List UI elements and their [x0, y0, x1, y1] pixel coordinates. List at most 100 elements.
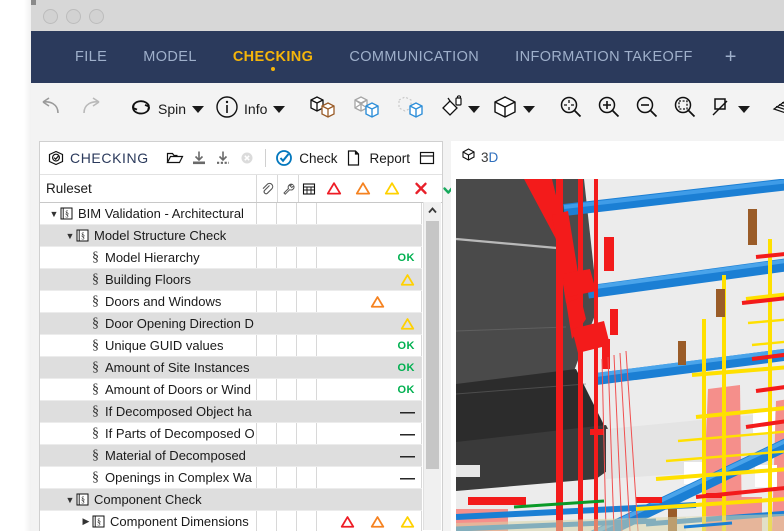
tree-row-ruleset[interactable]: ▶§Component Dimensions	[40, 511, 422, 531]
severity-red-triangle-icon[interactable]	[319, 175, 348, 202]
window-maximize-button[interactable]	[89, 9, 104, 24]
menu-item-model[interactable]: MODEL	[125, 31, 215, 83]
check-button-label[interactable]: Check	[299, 151, 337, 166]
cube-view-button[interactable]	[485, 83, 540, 135]
status-not-run: —	[370, 423, 415, 445]
tree-row-rule[interactable]: §If Parts of Decomposed O—	[40, 423, 422, 445]
section-plane-button[interactable]	[704, 83, 755, 135]
panel-layout-icon[interactable]	[416, 145, 438, 171]
report-icon[interactable]	[343, 145, 365, 171]
clear-results-icon[interactable]	[236, 145, 258, 171]
twisty-expanded-icon[interactable]: ▼	[64, 495, 76, 505]
chevron-down-icon[interactable]	[468, 106, 480, 113]
tree-row-label: BIM Validation - Architectural	[78, 206, 244, 221]
zoom-in-button[interactable]	[590, 83, 628, 135]
tree-row-rule[interactable]: §Openings in Complex Wa—	[40, 467, 422, 489]
grid-button[interactable]	[767, 83, 784, 135]
checking-panel-header: CHECKING	[40, 142, 442, 175]
menu-label-model: MODEL	[143, 49, 197, 65]
window-traffic-lights[interactable]	[43, 9, 104, 24]
scroll-up-button[interactable]	[424, 202, 441, 219]
twisty-expanded-icon[interactable]: ▼	[64, 231, 76, 241]
rule-section-icon: §	[92, 360, 99, 376]
add-tab-button[interactable]: +	[711, 31, 751, 83]
error-x-icon[interactable]	[406, 175, 435, 202]
status-orange-triangle	[366, 291, 388, 313]
view-3d-title-d: D	[489, 150, 499, 165]
tree-row-label: Unique GUID values	[105, 338, 224, 353]
menu-item-checking[interactable]: CHECKING	[215, 31, 332, 83]
tree-vertical-scrollbar[interactable]	[423, 202, 441, 530]
chevron-down-icon[interactable]	[738, 106, 750, 113]
status-ok: OK	[370, 335, 415, 357]
tree-row-rule[interactable]: §If Decomposed Object ha—	[40, 401, 422, 423]
svg-text:§: §	[65, 210, 69, 219]
window-titlebar	[31, 0, 784, 31]
active-tab-indicator	[271, 67, 275, 71]
scrollbar-thumb[interactable]	[426, 221, 439, 469]
tree-row-rule[interactable]: §Material of Decomposed—	[40, 445, 422, 467]
zoom-window-button[interactable]	[666, 83, 704, 135]
section-plane-icon	[709, 93, 735, 126]
tree-row-rule[interactable]: §Unique GUID valuesOK	[40, 335, 422, 357]
severity-yellow-triangle-icon[interactable]	[377, 175, 406, 202]
tree-row-label: Component Dimensions	[110, 514, 249, 529]
check-icon[interactable]	[273, 145, 295, 171]
tree-row-label: Component Check	[94, 492, 202, 507]
window-minimize-button[interactable]	[66, 9, 81, 24]
menu-item-file[interactable]: FILE	[57, 31, 125, 83]
menu-items: FILE MODEL CHECKING COMMUNICATION INFORM…	[57, 31, 750, 83]
ruleset-tree[interactable]: ▼§BIM Validation - Architectural▼§Model …	[40, 203, 442, 531]
tree-row-ruleset[interactable]: ▼§Model Structure Check	[40, 225, 422, 247]
view-3d-canvas[interactable]	[456, 179, 784, 531]
spin-icon	[128, 95, 154, 124]
chevron-down-icon[interactable]	[192, 106, 204, 113]
tree-rows: ▼§BIM Validation - Architectural▼§Model …	[40, 203, 422, 531]
report-button-label[interactable]: Report	[369, 151, 410, 166]
select-objects-button[interactable]	[302, 83, 346, 135]
chevron-down-icon[interactable]	[273, 106, 285, 113]
open-ruleset-icon[interactable]	[164, 145, 186, 171]
show-objects-button[interactable]	[390, 83, 434, 135]
tree-row-rule[interactable]: §Amount of Doors or WindOK	[40, 379, 422, 401]
menu-item-information-takeoff[interactable]: INFORMATION TAKEOFF	[497, 31, 711, 83]
redo-button[interactable]	[71, 83, 111, 135]
wrench-icon[interactable]	[277, 175, 298, 202]
chevron-down-icon[interactable]	[523, 106, 535, 113]
hide-objects-button[interactable]	[346, 83, 390, 135]
tree-row-rule[interactable]: § Amount of Site Instances OK	[40, 357, 422, 379]
tree-row-ruleset[interactable]: ▼§Component Check	[40, 489, 422, 511]
checking-panel-actions: Check Report	[164, 142, 438, 174]
attachment-icon[interactable]	[256, 175, 277, 202]
tree-row-rule[interactable]: §Model HierarchyOK	[40, 247, 422, 269]
undo-button[interactable]	[31, 83, 71, 135]
tree-row-label: Amount of Site Instances	[105, 360, 250, 375]
twisty-expanded-icon[interactable]: ▼	[48, 209, 60, 219]
rule-section-icon: §	[92, 448, 99, 464]
tree-row-rule[interactable]: §Door Opening Direction D	[40, 313, 422, 335]
status-not-run: —	[370, 445, 415, 467]
spin-button[interactable]: Spin	[123, 83, 209, 135]
main-toolbar: Spin Info	[31, 83, 784, 136]
info-button[interactable]: Info	[209, 83, 290, 135]
status-ok: OK	[370, 357, 415, 379]
menu-label-file: FILE	[75, 49, 107, 65]
zoom-out-button[interactable]	[628, 83, 666, 135]
twisty-collapsed-icon[interactable]: ▶	[80, 516, 92, 527]
menu-item-communication[interactable]: COMMUNICATION	[331, 31, 497, 83]
zoom-fit-button[interactable]	[552, 83, 590, 135]
save-ruleset-icon[interactable]	[188, 145, 210, 171]
tree-row-rule[interactable]: §Doors and Windows	[40, 291, 422, 313]
checking-panel-icon	[48, 150, 64, 166]
table-icon[interactable]	[298, 175, 319, 202]
tree-row-ruleset[interactable]: ▼ § BIM Validation - Architectural	[40, 203, 422, 225]
tree-row-rule[interactable]: §Building Floors	[40, 269, 422, 291]
severity-orange-triangle-icon[interactable]	[348, 175, 377, 202]
view-3d-header: 3D	[451, 141, 784, 173]
window-close-button[interactable]	[43, 9, 58, 24]
paint-color-button[interactable]	[434, 83, 485, 135]
view-3d-panel: 3D	[451, 141, 784, 531]
save-as-ruleset-icon[interactable]	[212, 145, 234, 171]
cube-icon	[461, 147, 476, 167]
window-corner-notch	[31, 0, 36, 5]
